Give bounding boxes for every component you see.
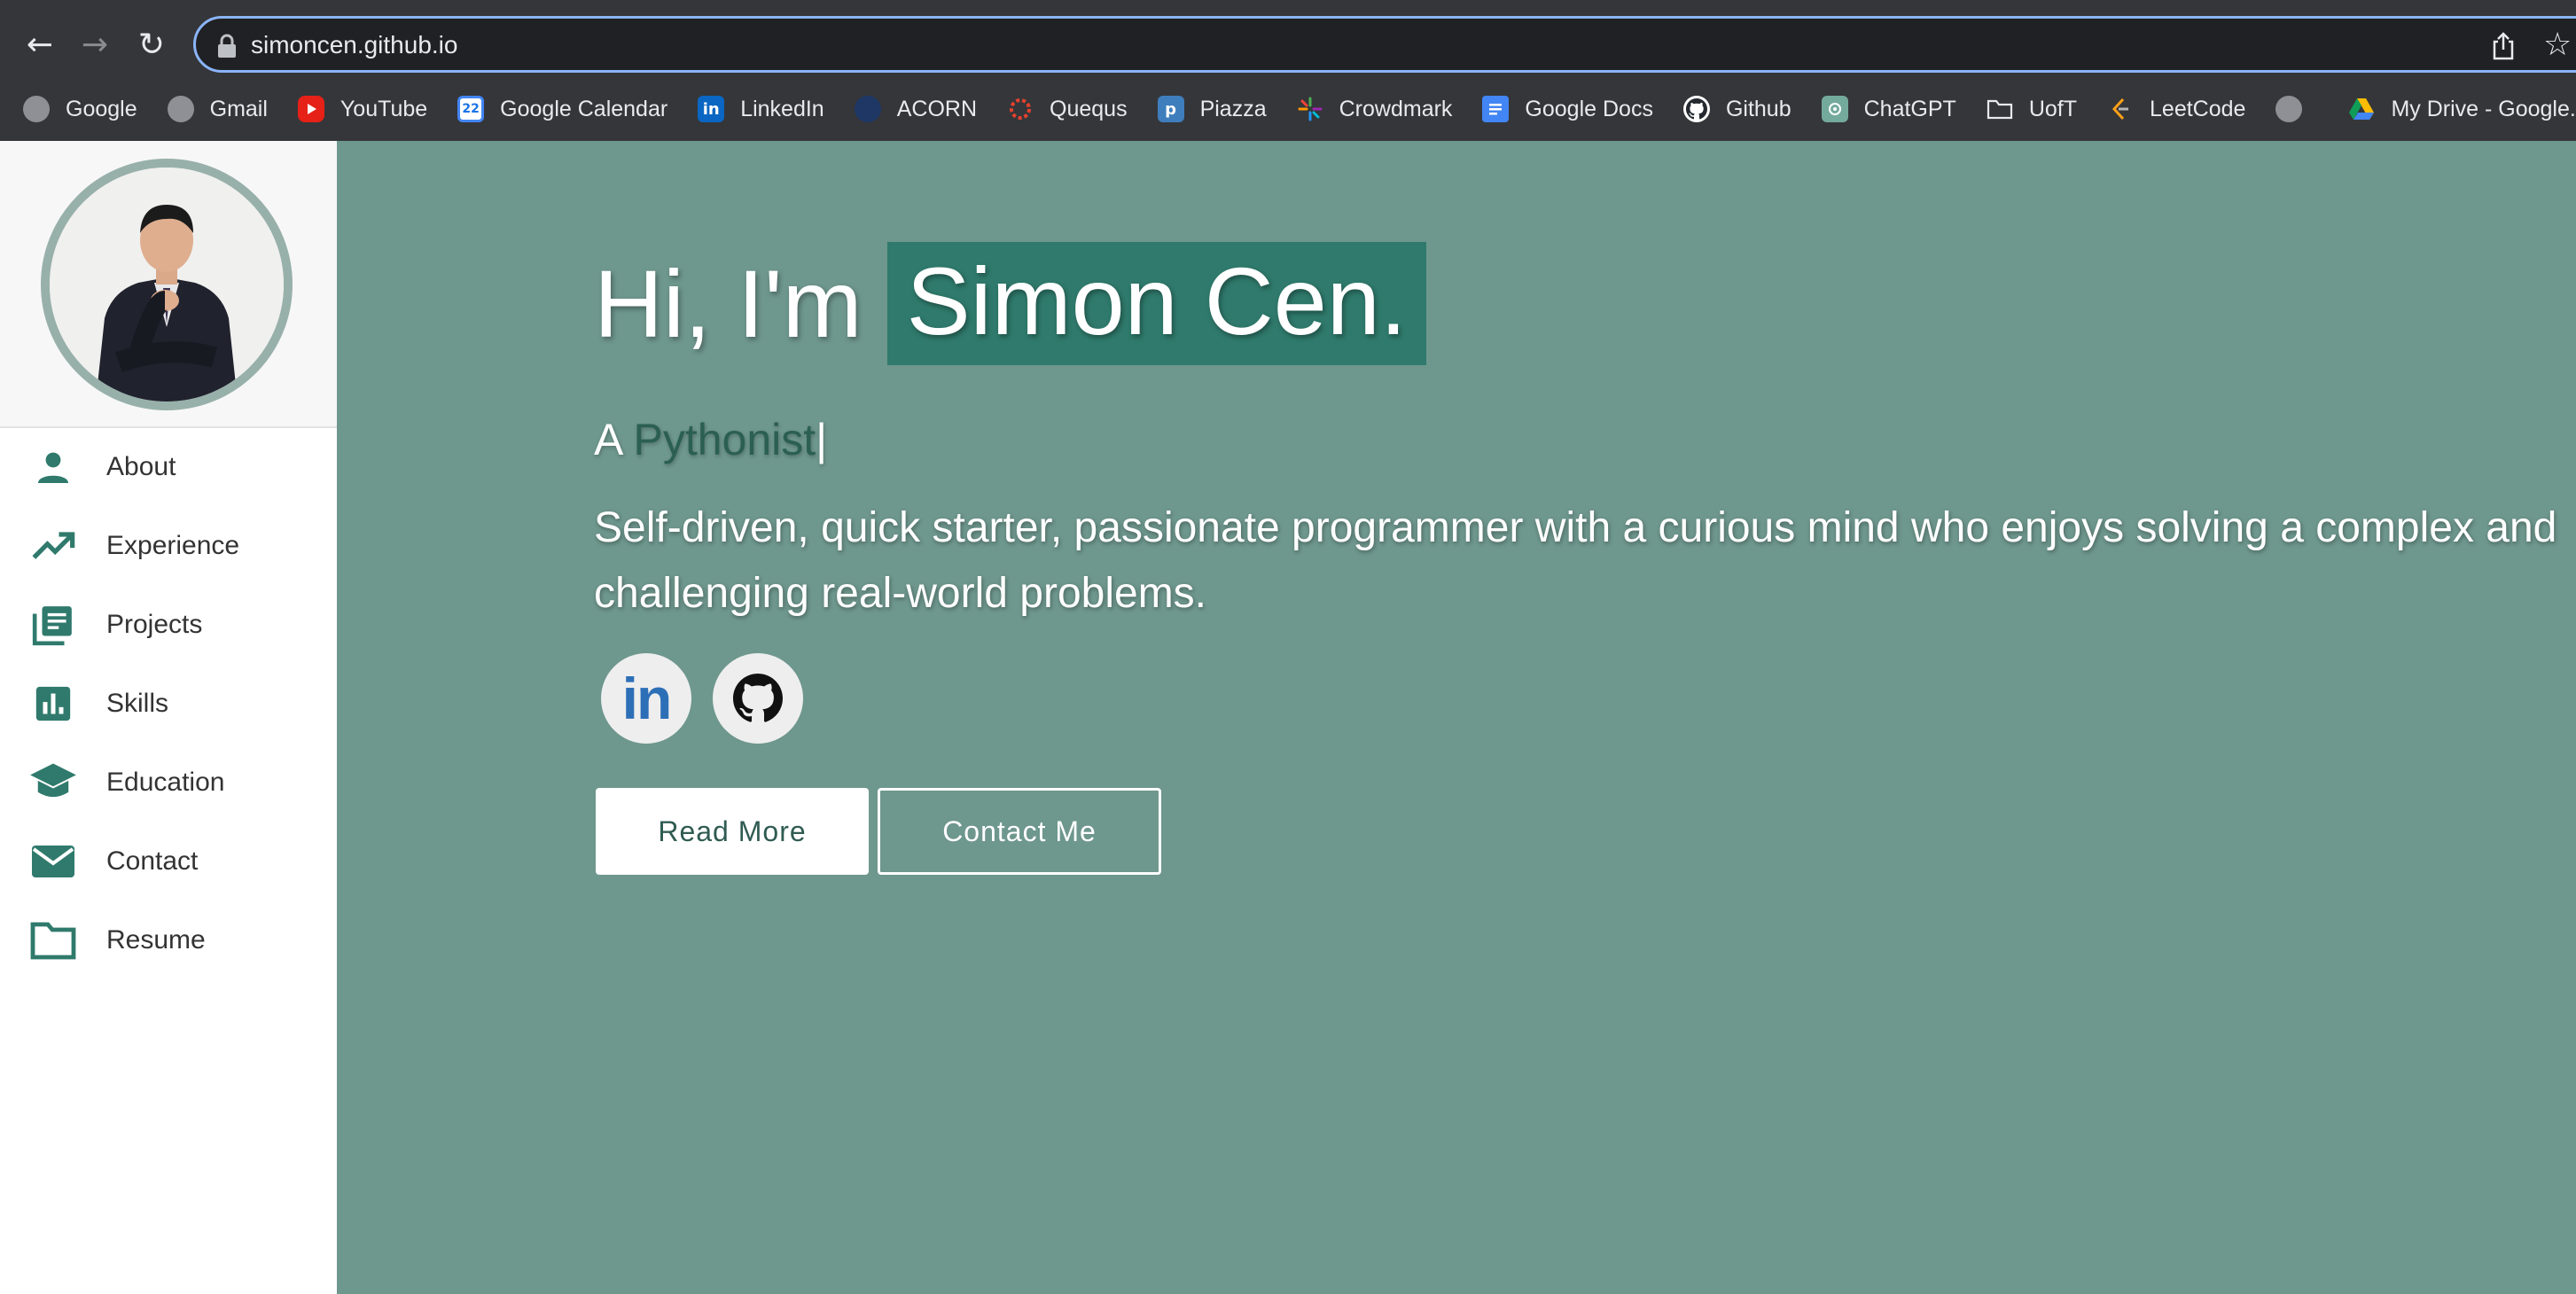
bookmark-gmail[interactable]: Gmail (167, 96, 268, 122)
reload-icon[interactable]: ↻ (129, 23, 174, 67)
github-icon (1682, 96, 1710, 122)
globe-icon (2275, 96, 2303, 122)
linkedin-icon: in (621, 666, 673, 731)
hero-bio: Self-driven, quick starter, passionate p… (594, 504, 2557, 617)
lock-icon (218, 34, 236, 58)
graduation-cap-icon (28, 758, 78, 807)
library-books-icon (28, 600, 78, 650)
bookmark-google-docs[interactable]: Google Docs (1482, 96, 1653, 122)
bookmark-google[interactable]: Google (23, 96, 137, 122)
sidebar-item-label: Skills (106, 688, 169, 718)
typing-cursor: | (816, 415, 828, 464)
back-arrow-icon[interactable]: ← (18, 23, 62, 67)
bookmark-leetcode[interactable]: LeetCode (2107, 96, 2245, 122)
bookmark-piazza[interactable]: p Piazza (1157, 96, 1267, 122)
bookmark-chatgpt[interactable]: ChatGPT (1821, 96, 1956, 122)
bookmark-crowdmark[interactable]: Crowdmark (1297, 96, 1452, 122)
read-more-button[interactable]: Read More (596, 788, 869, 875)
folder-icon (28, 916, 78, 965)
youtube-icon (297, 96, 324, 122)
linkedin-link[interactable]: in (601, 653, 691, 744)
bookmarks-bar: Google Gmail YouTube 22 Google Calendar … (0, 89, 2576, 129)
sidebar-item-education[interactable]: Education (0, 743, 337, 822)
github-icon (733, 674, 783, 722)
quercus-icon (1007, 96, 1034, 122)
sidebar-item-experience[interactable]: Experience (0, 506, 337, 585)
sidebar-item-label: Resume (106, 924, 206, 955)
tagline-role: Pythonist (633, 415, 816, 464)
nav-list: About Experience Projects Skills Educati… (0, 427, 337, 979)
drive-icon (2348, 96, 2375, 122)
tagline-prefix: A (594, 415, 621, 464)
docs-icon (1482, 96, 1510, 122)
crowdmark-icon (1297, 96, 1323, 122)
hero-tagline: A Pythonist| (594, 414, 827, 465)
hero-section: Hi, I'm Simon Cen. A Pythonist| Self-dri… (337, 141, 2576, 1294)
profile-header (0, 141, 337, 428)
globe-icon (167, 96, 194, 122)
calendar-icon: 22 (457, 96, 485, 122)
sidebar-item-label: Projects (106, 609, 203, 639)
chatgpt-icon (1821, 96, 1848, 122)
acorn-icon (854, 96, 881, 122)
trending-up-icon (28, 521, 78, 571)
sidebar-item-about[interactable]: About (0, 427, 337, 506)
profile-photo (50, 168, 284, 401)
hero-name: Simon Cen. (886, 242, 1426, 365)
bookmark-globe[interactable] (2275, 96, 2318, 122)
sidebar-item-resume[interactable]: Resume (0, 900, 337, 979)
leetcode-icon (2107, 96, 2134, 122)
forward-arrow-icon[interactable]: → (73, 23, 117, 67)
bookmark-github[interactable]: Github (1682, 96, 1791, 122)
browser-chrome: ← → ↻ simoncen.github.io ☆ Google Gmail (0, 0, 2576, 141)
bookmark-linkedin[interactable]: in LinkedIn (698, 96, 824, 122)
url-text: simoncen.github.io (251, 31, 458, 58)
bookmark-youtube[interactable]: YouTube (297, 96, 427, 122)
contact-me-button[interactable]: Contact Me (878, 788, 1161, 875)
sidebar-item-contact[interactable]: Contact (0, 822, 337, 900)
person-icon (28, 442, 78, 492)
avatar (41, 159, 293, 410)
piazza-icon: p (1157, 96, 1184, 122)
sidebar-item-label: Contact (106, 846, 199, 876)
sidebar-item-projects[interactable]: Projects (0, 585, 337, 664)
hero-headline: Hi, I'm Simon Cen. (594, 242, 1426, 365)
mail-icon (28, 837, 78, 886)
sidebar-item-skills[interactable]: Skills (0, 664, 337, 743)
address-bar[interactable]: simoncen.github.io ☆ (193, 16, 2576, 73)
globe-icon (23, 96, 50, 122)
bookmark-google-calendar[interactable]: 22 Google Calendar (457, 96, 667, 122)
hero-greeting: Hi, I'm (594, 250, 863, 357)
sidebar-item-label: About (106, 451, 176, 481)
share-icon[interactable] (2490, 31, 2517, 61)
bar-chart-icon (28, 679, 78, 729)
sidebar: About Experience Projects Skills Educati… (0, 141, 337, 1294)
github-link[interactable] (713, 653, 803, 744)
sidebar-item-label: Education (106, 767, 225, 797)
linkedin-icon: in (698, 96, 725, 122)
bookmark-quercus[interactable]: Quequs (1007, 96, 1128, 122)
bookmark-my-drive[interactable]: My Drive - Google... (2348, 96, 2576, 122)
folder-icon (1987, 96, 2013, 122)
browser-toolbar: ← → ↻ simoncen.github.io ☆ (0, 0, 2576, 90)
bookmark-star-icon[interactable]: ☆ (2543, 27, 2576, 63)
bookmark-uoft[interactable]: UofT (1987, 96, 2077, 122)
sidebar-item-label: Experience (106, 530, 240, 560)
bookmark-acorn[interactable]: ACORN (854, 96, 977, 122)
